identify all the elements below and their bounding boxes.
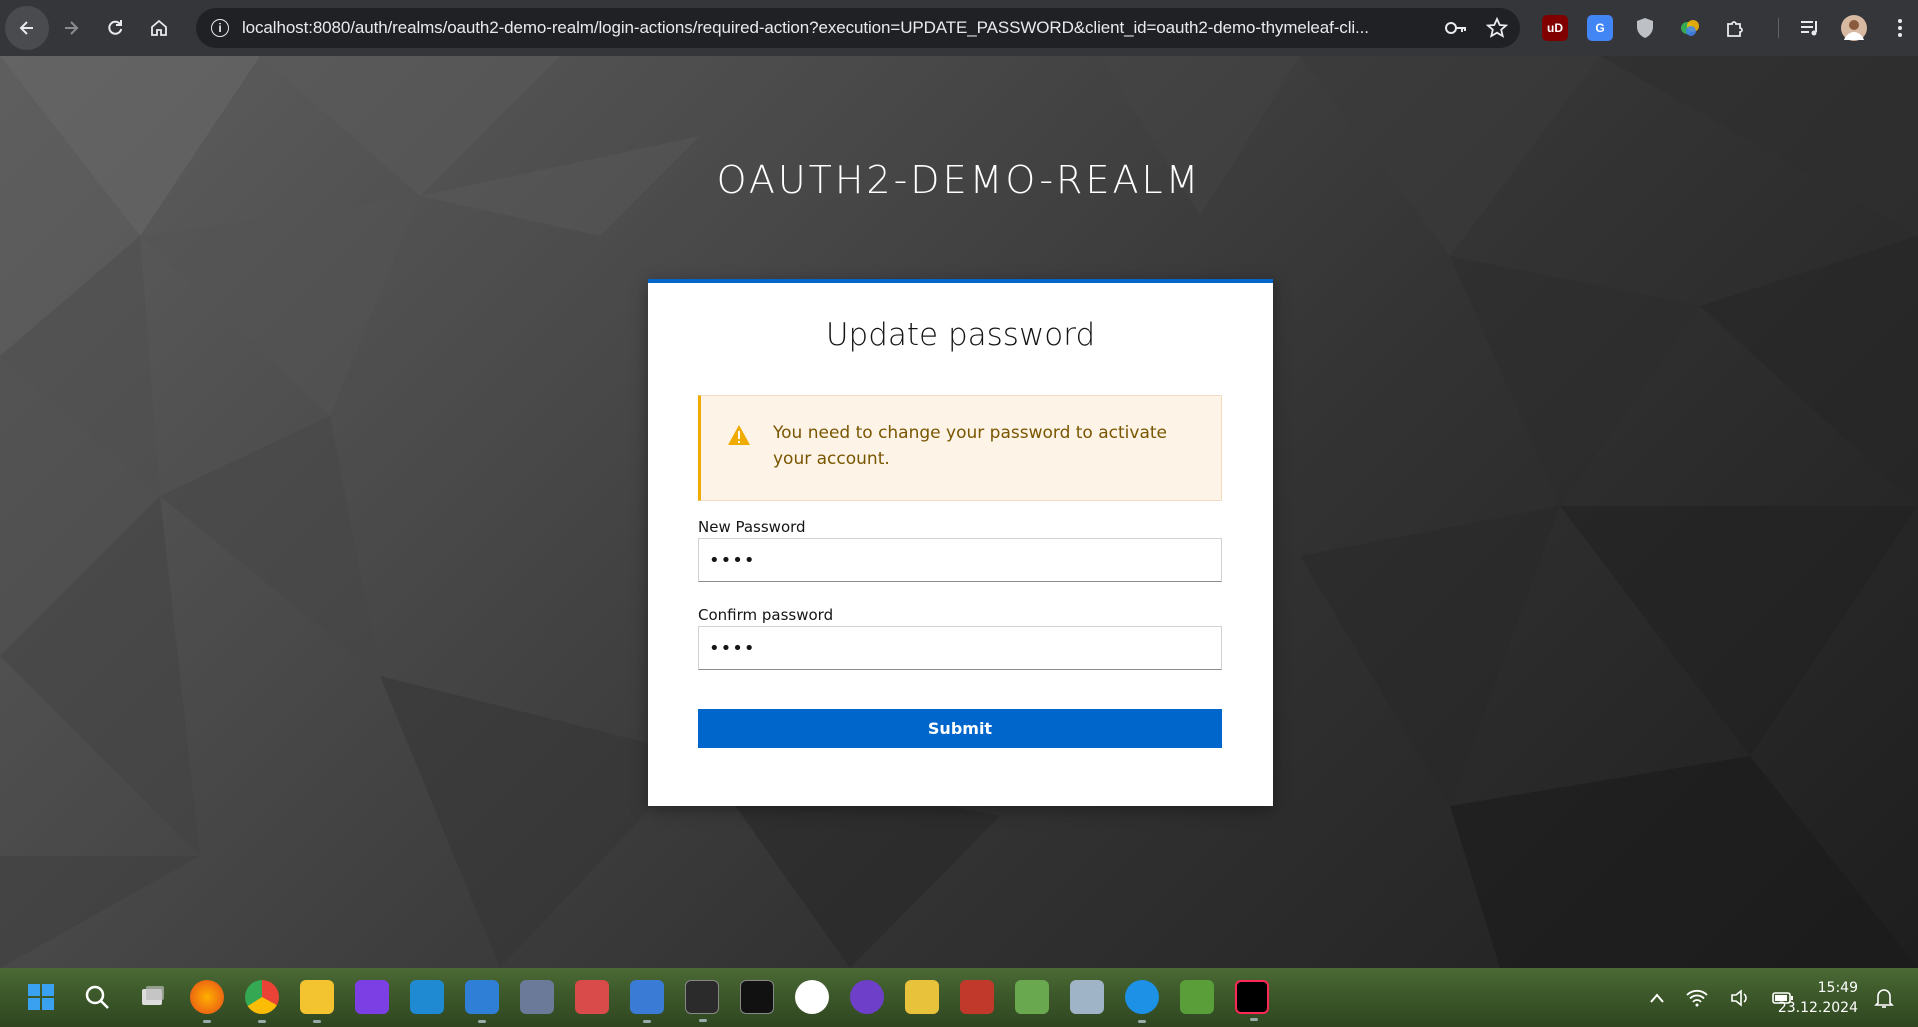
reload-icon — [108, 20, 123, 35]
storage-taskbar-icon[interactable] — [1070, 980, 1104, 1014]
clock[interactable]: 15:49 23.12.2024 — [1778, 978, 1858, 1018]
wifi-icon[interactable] — [1686, 989, 1708, 1007]
image-viewer-taskbar-icon[interactable] — [1180, 980, 1214, 1014]
extensions-puzzle-icon[interactable] — [1722, 15, 1748, 41]
notes-taskbar-icon[interactable] — [905, 980, 939, 1014]
running-indicator — [203, 1020, 211, 1023]
running-indicator — [1250, 1018, 1258, 1021]
home-icon — [151, 19, 167, 36]
vscode-taskbar-icon[interactable] — [410, 980, 444, 1014]
shield-icon[interactable] — [1632, 15, 1658, 41]
site-info-button[interactable]: i — [202, 10, 238, 46]
ublock-label: uD — [1547, 21, 1563, 35]
menu-kebab-icon[interactable] — [1887, 15, 1913, 41]
confirm-password-label: Confirm password — [698, 606, 834, 624]
password-key-icon[interactable] — [1444, 18, 1468, 38]
back-button[interactable] — [5, 6, 49, 50]
extensions-area: uD G — [1542, 12, 1913, 44]
warning-triangle-icon — [728, 425, 750, 445]
clock-time: 15:49 — [1817, 980, 1858, 996]
task-view-icon — [142, 986, 164, 1005]
clock-date: 23.12.2024 — [1777, 1000, 1858, 1016]
search-icon — [85, 985, 109, 1009]
submit-button[interactable]: Submit — [698, 709, 1222, 748]
info-icon: i — [211, 19, 229, 37]
snipping-tool-taskbar-icon[interactable] — [575, 980, 609, 1014]
intellij-taskbar-icon[interactable] — [1235, 980, 1269, 1021]
github-desktop-taskbar-icon[interactable] — [850, 980, 884, 1014]
alert-message: You need to change your password to acti… — [773, 423, 1167, 469]
toolbar-divider — [1778, 18, 1779, 38]
database-taskbar-icon[interactable] — [960, 980, 994, 1014]
firefox-taskbar-icon[interactable] — [190, 980, 224, 1023]
running-indicator — [643, 1020, 651, 1023]
warning-alert: You need to change your password to acti… — [698, 395, 1222, 501]
task-view-button[interactable] — [135, 980, 169, 1014]
colorful-extension-icon[interactable] — [1677, 15, 1703, 41]
running-indicator — [258, 1020, 266, 1023]
search-button[interactable] — [80, 980, 114, 1014]
chevron-up-icon[interactable] — [1650, 992, 1664, 1003]
ublock-origin-icon[interactable]: uD — [1542, 15, 1568, 41]
running-indicator — [1138, 1020, 1146, 1023]
login-page: OAUTH2-DEMO-REALM Update password You ne… — [0, 56, 1918, 968]
bookmark-star-icon[interactable] — [1486, 17, 1508, 39]
translate-label: G — [1595, 21, 1605, 35]
realm-title: OAUTH2-DEMO-REALM — [716, 158, 1202, 202]
app-taskbar-icon-2[interactable] — [1015, 980, 1049, 1014]
visual-studio-taskbar-icon[interactable] — [355, 980, 389, 1014]
media-control-icon[interactable] — [1797, 15, 1823, 41]
notification-bell-icon[interactable] — [1874, 987, 1894, 1009]
address-bar[interactable]: i localhost:8080/auth/realms/oauth2-demo… — [196, 8, 1520, 48]
card-title: Update password — [825, 317, 1096, 353]
chrome-taskbar-icon[interactable] — [245, 980, 279, 1023]
reload-button[interactable] — [93, 6, 137, 50]
photos-taskbar-icon[interactable] — [465, 980, 499, 1023]
update-password-card: Update password You need to change your … — [648, 279, 1273, 806]
docker-taskbar-icon[interactable] — [1125, 980, 1159, 1023]
remote-desktop-taskbar-icon[interactable] — [630, 980, 664, 1023]
home-button[interactable] — [137, 6, 181, 50]
running-indicator — [478, 1020, 486, 1023]
arrow-right-icon — [65, 21, 79, 35]
google-translate-icon[interactable]: G — [1587, 15, 1613, 41]
url-text[interactable]: localhost:8080/auth/realms/oauth2-demo-r… — [242, 18, 1428, 38]
volume-icon[interactable] — [1730, 988, 1750, 1007]
windows-taskbar: 15:49 23.12.2024 — [0, 968, 1918, 1027]
terminal-taskbar-icon[interactable] — [685, 980, 719, 1022]
command-prompt-taskbar-icon[interactable] — [740, 980, 774, 1014]
new-password-label: New Password — [698, 518, 806, 536]
system-tray — [1650, 968, 1794, 1027]
notifications-area — [1874, 968, 1894, 1027]
start-menu-button[interactable] — [24, 980, 58, 1014]
new-password-input[interactable] — [698, 538, 1222, 582]
running-indicator — [699, 1019, 707, 1022]
profile-avatar[interactable] — [1841, 15, 1867, 41]
browser-toolbar: i localhost:8080/auth/realms/oauth2-demo… — [0, 0, 1918, 56]
forward-button[interactable] — [49, 6, 93, 50]
calculator-taskbar-icon[interactable] — [520, 980, 554, 1014]
file-explorer-taskbar-icon[interactable] — [300, 980, 334, 1023]
windows-logo-icon — [28, 984, 54, 1010]
app-taskbar-icon[interactable] — [795, 980, 829, 1014]
arrow-left-icon — [19, 21, 33, 35]
running-indicator — [313, 1020, 321, 1023]
confirm-password-input[interactable] — [698, 626, 1222, 670]
